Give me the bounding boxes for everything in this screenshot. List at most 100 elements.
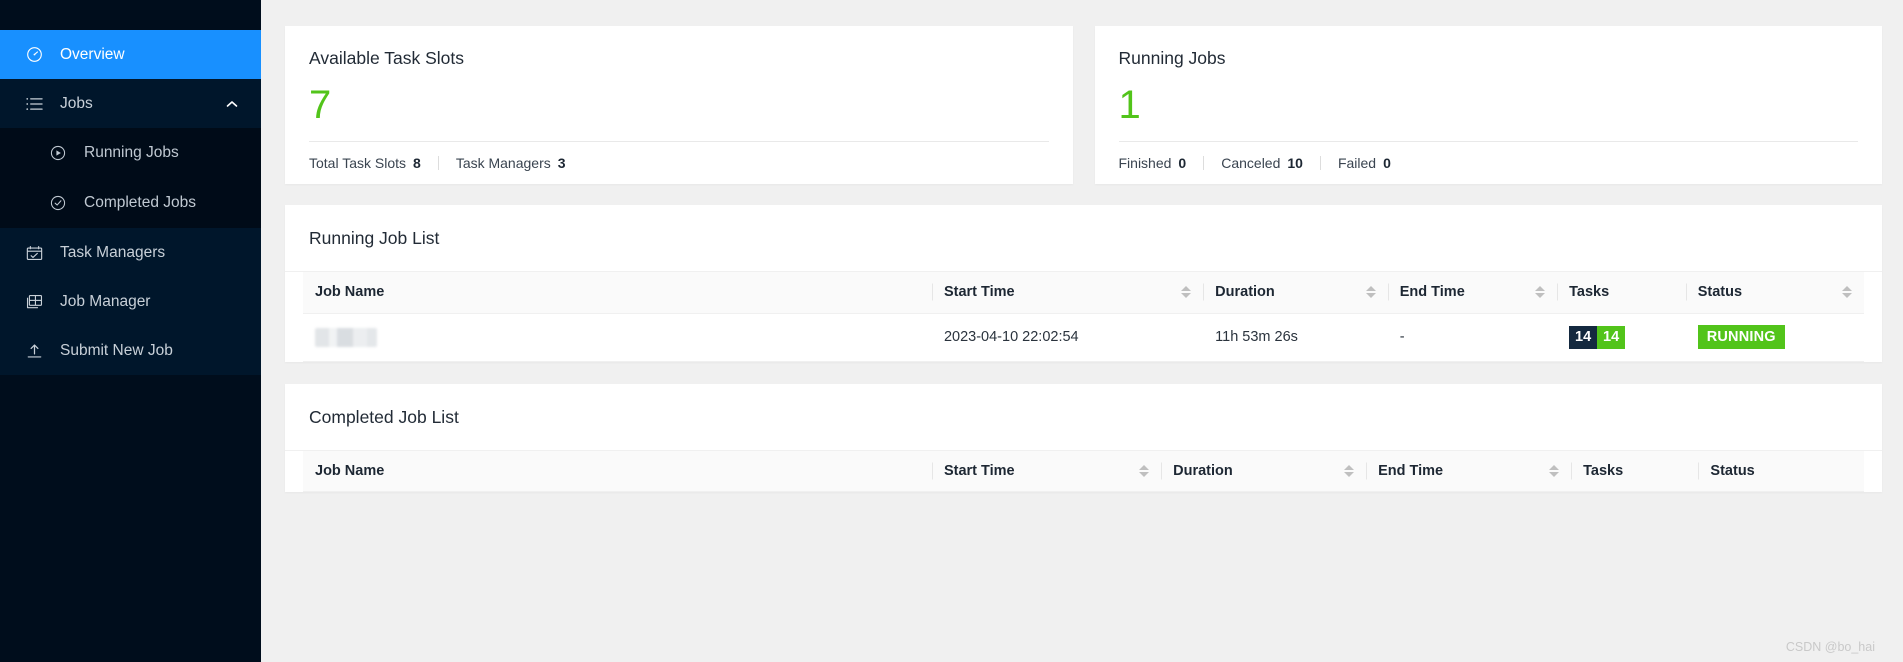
card-running-jobs: Running Jobs 1 Finished 0 Canceled 10 Fa… [1094, 26, 1882, 184]
check-circle-icon [50, 194, 72, 212]
sidebar-submenu-jobs: Running Jobs Completed Jobs [0, 128, 261, 228]
tasks-badge-group: 14 14 [1569, 325, 1626, 349]
chevron-up-icon[interactable] [225, 97, 239, 111]
sidebar-item-label: Job Manager [60, 292, 151, 310]
sort-caret-icon[interactable] [1535, 286, 1546, 299]
separator [1319, 156, 1321, 170]
play-circle-icon [50, 144, 72, 162]
stat-label: Failed [1337, 155, 1377, 171]
sort-caret-icon[interactable] [1181, 286, 1192, 299]
col-label: Start Time [943, 462, 1015, 479]
watermark: CSDN @bo_hai [1785, 640, 1875, 654]
stat-total-task-slots: Total Task Slots 8 [309, 155, 421, 171]
col-header-tasks[interactable]: Tasks [1571, 450, 1699, 492]
upload-icon [26, 342, 48, 360]
sort-caret-icon[interactable] [1344, 464, 1355, 477]
sidebar-item-running-jobs[interactable]: Running Jobs [0, 128, 261, 178]
completed-job-table: Job Name Start Time Duration End Time Ta… [303, 450, 1864, 492]
stat-label: Finished [1118, 155, 1172, 171]
table-header-row: Job Name Start Time Duration End Time Ta… [303, 450, 1864, 492]
col-label: Status [1710, 462, 1755, 479]
sidebar-item-task-managers[interactable]: Task Managers [0, 228, 261, 277]
job-manager-icon [26, 293, 48, 311]
cell-status: RUNNING [1685, 313, 1864, 362]
col-header-end-time[interactable]: End Time [1366, 450, 1572, 492]
col-label: End Time [1399, 284, 1465, 301]
col-header-tasks[interactable]: Tasks [1557, 272, 1686, 314]
stat-label: Total Task Slots [309, 155, 407, 171]
stat-label: Canceled [1221, 155, 1281, 171]
summary-cards: Available Task Slots 7 Total Task Slots … [285, 26, 1882, 184]
card-title: Running Jobs [1118, 48, 1226, 68]
running-job-list-panel: Running Job List Job Name Start Time Dur… [285, 205, 1882, 362]
col-header-status[interactable]: Status [1685, 272, 1864, 314]
stat-value: 10 [1287, 155, 1303, 171]
running-jobs-value: 1 [1118, 83, 1141, 127]
stat-value: 0 [1178, 155, 1187, 171]
table-row[interactable]: 2023-04-10 22:02:54 11h 53m 26s - 14 14 … [303, 313, 1864, 362]
sort-caret-icon[interactable] [1139, 464, 1150, 477]
list-icon [26, 95, 48, 113]
stat-value: 0 [1383, 155, 1391, 171]
main-content: Available Task Slots 7 Total Task Slots … [261, 0, 1903, 662]
sidebar-item-job-manager[interactable]: Job Manager [0, 277, 261, 326]
col-header-job-name[interactable]: Job Name [303, 450, 932, 492]
col-label: Status [1697, 284, 1743, 301]
sidebar-item-label: Task Managers [60, 243, 166, 261]
sidebar-item-jobs[interactable]: Jobs [0, 79, 261, 128]
col-header-start-time[interactable]: Start Time [931, 272, 1204, 314]
sidebar: Overview Jobs Running Jobs Completed Job… [0, 0, 261, 662]
task-badge-total: 14 [1569, 325, 1598, 349]
sidebar-item-label: Overview [60, 45, 125, 63]
sidebar-item-label: Submit New Job [60, 341, 173, 359]
sort-caret-icon[interactable] [1365, 286, 1376, 299]
sidebar-item-submit-new-job[interactable]: Submit New Job [0, 326, 261, 375]
cell-duration: 11h 53m 26s [1203, 313, 1388, 362]
sidebar-item-label: Completed Jobs [84, 194, 197, 212]
stat-finished: Finished 0 [1119, 155, 1187, 171]
running-job-table: Job Name Start Time Duration End Time Ta… [303, 272, 1864, 362]
stat-canceled: Canceled 10 [1221, 155, 1303, 171]
separator [1203, 156, 1205, 170]
cell-tasks: 14 14 [1557, 313, 1686, 362]
col-label: Tasks [1583, 462, 1624, 479]
available-task-slots-value: 7 [309, 83, 332, 127]
col-label: End Time [1378, 462, 1444, 479]
cell-end-time: - [1387, 313, 1558, 362]
col-label: Job Name [315, 284, 385, 301]
completed-job-list-panel: Completed Job List Job Name Start Time D… [285, 383, 1882, 492]
col-header-duration[interactable]: Duration [1161, 450, 1367, 492]
sort-caret-icon[interactable] [1549, 464, 1560, 477]
job-name-redacted [315, 327, 377, 347]
running-job-table-body: 2023-04-10 22:02:54 11h 53m 26s - 14 14 … [303, 313, 1864, 362]
dashboard-icon [26, 46, 48, 64]
completed-job-table-head: Job Name Start Time Duration End Time Ta… [303, 450, 1864, 492]
stat-value: 8 [413, 155, 421, 171]
task-badge-running: 14 [1597, 325, 1626, 349]
panel-title: Completed Job List [285, 384, 1882, 451]
stat-value: 3 [557, 155, 566, 171]
sidebar-item-label: Jobs [60, 94, 93, 112]
col-header-start-time[interactable]: Start Time [931, 450, 1162, 492]
running-job-table-wrap: Job Name Start Time Duration End Time Ta… [285, 272, 1882, 362]
running-job-table-head: Job Name Start Time Duration End Time Ta… [303, 272, 1864, 314]
completed-job-table-wrap: Job Name Start Time Duration End Time Ta… [285, 450, 1882, 492]
panel-title: Running Job List [285, 205, 1882, 272]
stat-task-managers: Task Managers 3 [456, 155, 566, 171]
col-label: Start Time [943, 284, 1015, 301]
col-header-duration[interactable]: Duration [1203, 272, 1388, 314]
sidebar-item-overview[interactable]: Overview [0, 30, 261, 79]
col-header-end-time[interactable]: End Time [1387, 272, 1558, 314]
col-header-job-name[interactable]: Job Name [303, 272, 932, 314]
col-header-status[interactable]: Status [1698, 450, 1864, 492]
sidebar-item-completed-jobs[interactable]: Completed Jobs [0, 178, 261, 228]
sort-caret-icon[interactable] [1842, 286, 1852, 299]
col-label: Job Name [315, 462, 385, 479]
col-label: Duration [1173, 462, 1233, 479]
card-available-task-slots: Available Task Slots 7 Total Task Slots … [285, 26, 1073, 184]
stat-failed: Failed 0 [1338, 155, 1391, 171]
flink-dashboard: Overview Jobs Running Jobs Completed Job… [0, 0, 1903, 662]
col-label: Tasks [1569, 284, 1610, 301]
card-footer: Finished 0 Canceled 10 Failed 0 [1119, 142, 1859, 184]
cell-job-name[interactable] [303, 313, 932, 362]
